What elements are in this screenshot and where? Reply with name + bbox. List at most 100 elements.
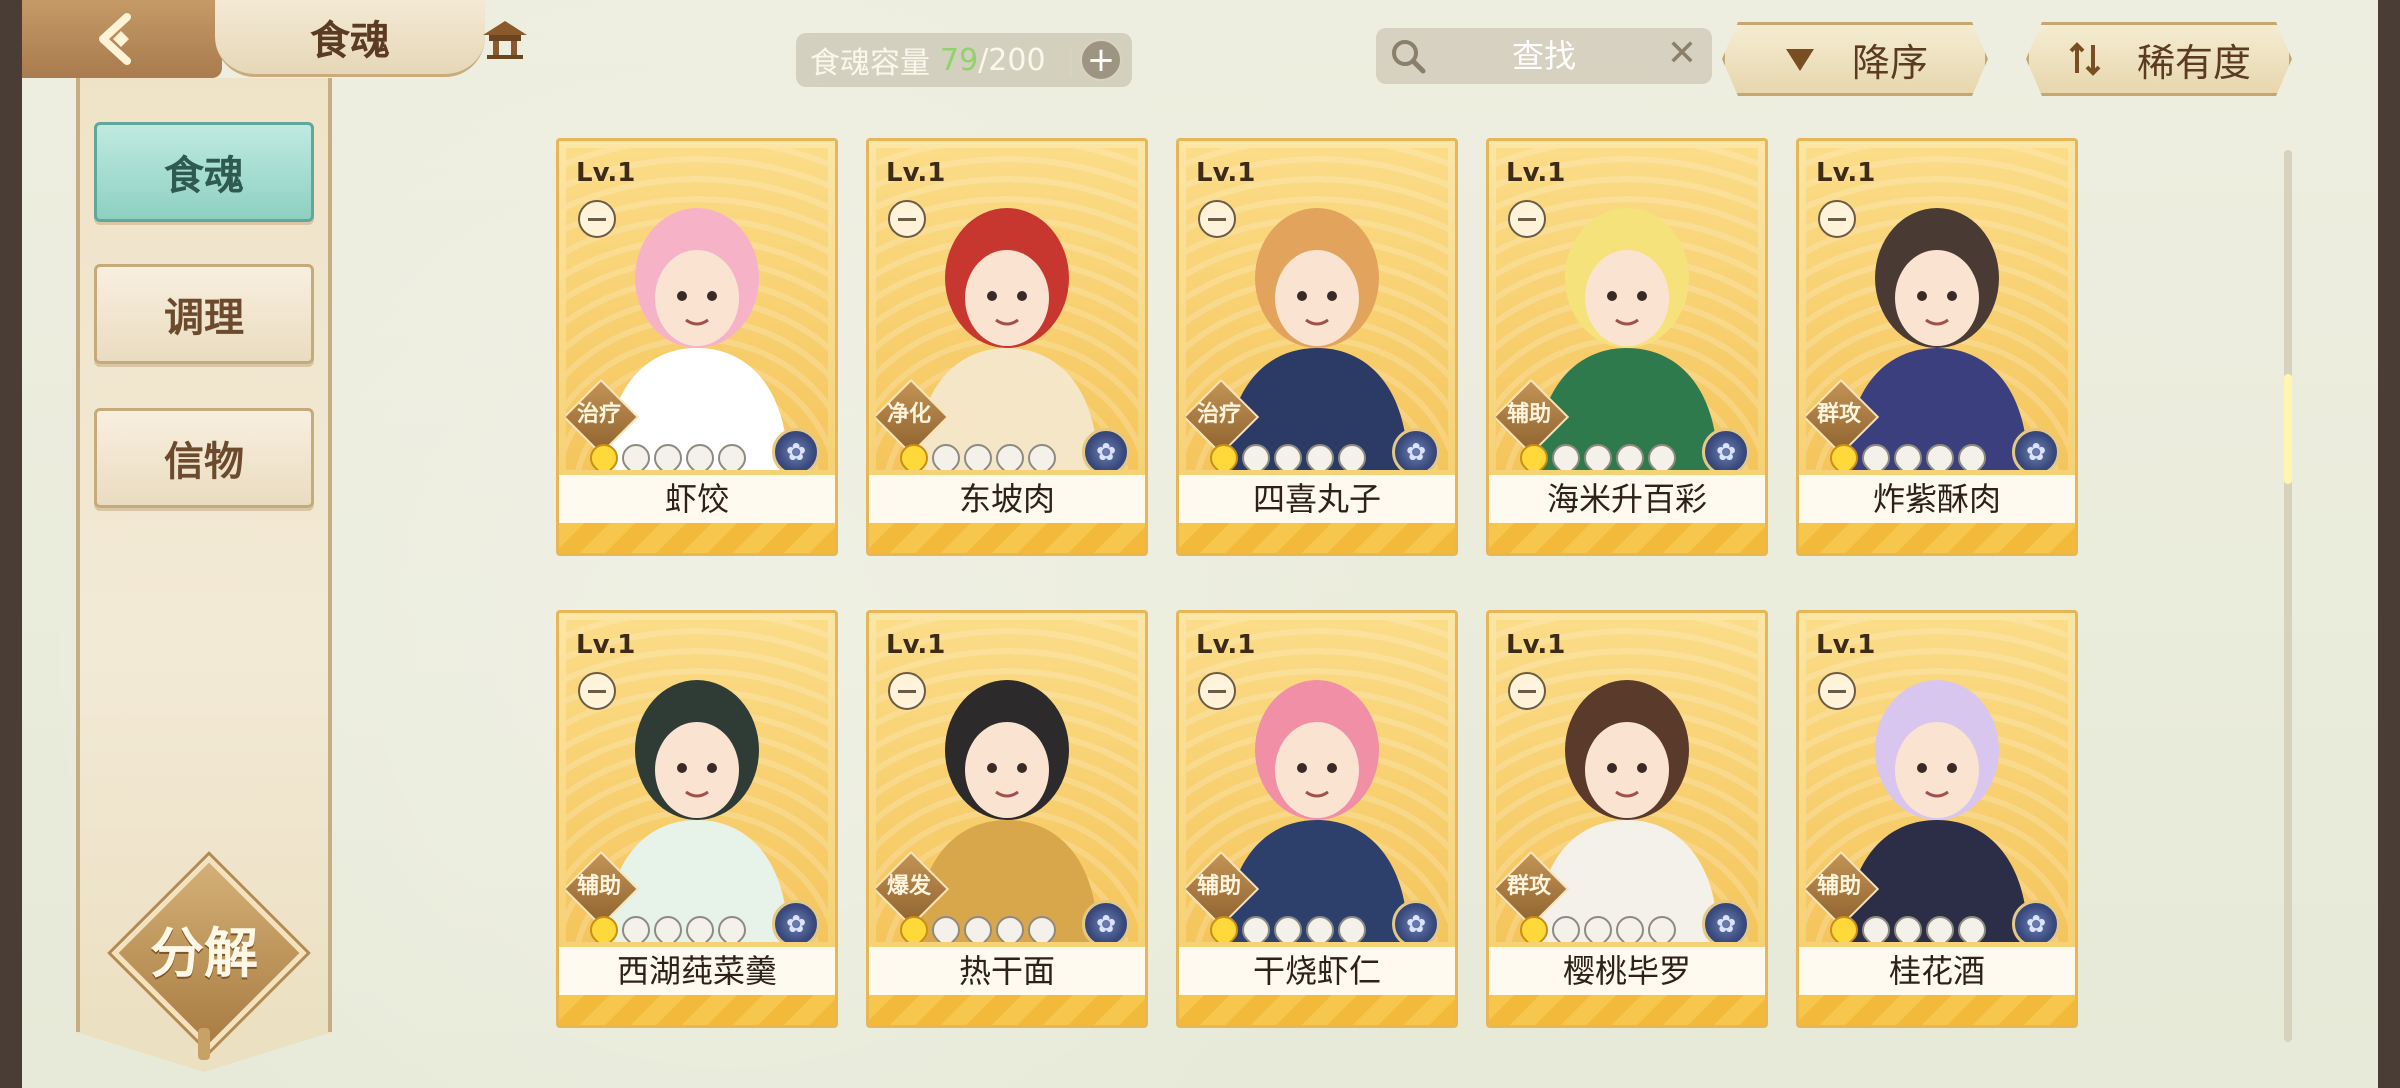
close-icon[interactable]: ✕ [1662, 34, 1702, 74]
star-icon [1856, 910, 1896, 942]
food-soul-card[interactable]: Lv.1治疗虾饺 [556, 138, 838, 556]
star-icon [1300, 438, 1340, 470]
decompose-label: 分解 [150, 920, 258, 985]
card-level: Lv.1 [1506, 630, 1566, 660]
star-rating [1824, 438, 1992, 470]
card-level: Lv.1 [886, 158, 946, 188]
star-rating [1204, 910, 1372, 942]
tab-tiaoli[interactable]: 调理 [94, 264, 314, 364]
star-icon [584, 910, 624, 942]
card-footer [1799, 995, 2075, 1025]
lock-icon[interactable] [888, 672, 926, 710]
card-name: 东坡肉 [869, 475, 1145, 523]
star-icon [1888, 910, 1928, 942]
food-soul-card[interactable]: Lv.1治疗四喜丸子 [1176, 138, 1458, 556]
food-soul-card[interactable]: Lv.1净化东坡肉 [866, 138, 1148, 556]
star-icon [958, 438, 998, 470]
star-icon [894, 910, 934, 942]
scrollbar-track[interactable] [2284, 150, 2292, 1042]
star-icon [1300, 910, 1340, 942]
star-icon [926, 910, 966, 942]
star-icon [926, 438, 966, 470]
star-icon [648, 438, 688, 470]
sort-key-button[interactable]: 稀有度 [2026, 22, 2292, 96]
lock-icon[interactable] [1198, 200, 1236, 238]
triangle-down-icon [1785, 49, 1814, 71]
card-portrait: Lv.1 辅助 [566, 620, 828, 942]
star-icon [712, 438, 752, 470]
star-icon [1332, 438, 1372, 470]
star-icon [1546, 438, 1586, 470]
card-portrait: Lv.1 辅助 [1496, 148, 1758, 470]
star-icon [1514, 910, 1554, 942]
star-icon [1952, 438, 1992, 470]
lock-icon[interactable] [578, 672, 616, 710]
star-icon [1268, 438, 1308, 470]
add-capacity-button[interactable]: + [1070, 39, 1122, 81]
lock-icon[interactable] [1508, 200, 1546, 238]
card-footer [869, 995, 1145, 1025]
food-soul-card[interactable]: Lv.1辅助西湖莼菜羹 [556, 610, 838, 1028]
star-icon [1204, 910, 1244, 942]
page-title: 食魂 [215, 0, 485, 77]
star-icon [894, 438, 934, 470]
element-medal-icon [1392, 900, 1440, 942]
food-soul-card[interactable]: Lv.1爆发热干面 [866, 610, 1148, 1028]
star-icon [680, 910, 720, 942]
star-icon [1610, 910, 1650, 942]
star-icon [990, 438, 1030, 470]
capacity-display: 食魂容量 79/200 + [796, 33, 1132, 87]
home-pavilion-icon [483, 21, 527, 59]
search-box[interactable]: 查找 ✕ [1376, 28, 1712, 84]
right-frame-border [2378, 0, 2400, 1088]
star-icon [1920, 438, 1960, 470]
card-name: 西湖莼菜羹 [559, 947, 835, 995]
decompose-button[interactable]: 分解 [111, 855, 307, 1060]
card-name: 热干面 [869, 947, 1145, 995]
card-footer [1179, 995, 1455, 1025]
lock-icon[interactable] [578, 200, 616, 238]
lock-icon[interactable] [1198, 672, 1236, 710]
tab-shihun[interactable]: 食魂 [94, 122, 314, 222]
food-soul-card[interactable]: Lv.1辅助干烧虾仁 [1176, 610, 1458, 1028]
card-portrait: Lv.1 治疗 [1186, 148, 1448, 470]
capacity-max: 200 [988, 42, 1046, 78]
food-soul-card[interactable]: Lv.1群攻樱桃毕罗 [1486, 610, 1768, 1028]
scrollbar-thumb[interactable] [2284, 374, 2292, 484]
lock-icon[interactable] [1818, 672, 1856, 710]
element-medal-icon [2012, 428, 2060, 470]
element-medal-icon [1082, 900, 1130, 942]
lock-icon[interactable] [1818, 200, 1856, 238]
card-level: Lv.1 [576, 630, 636, 660]
food-soul-card[interactable]: Lv.1辅助桂花酒 [1796, 610, 2078, 1028]
sort-order-button[interactable]: 降序 [1722, 22, 1988, 96]
star-icon [712, 910, 752, 942]
card-name: 炸紫酥肉 [1799, 475, 2075, 523]
star-icon [648, 910, 688, 942]
star-rating [1204, 438, 1372, 470]
food-soul-card[interactable]: Lv.1群攻炸紫酥肉 [1796, 138, 2078, 556]
star-icon [1268, 910, 1308, 942]
food-soul-card[interactable]: Lv.1辅助海米升百彩 [1486, 138, 1768, 556]
card-level: Lv.1 [576, 158, 636, 188]
star-rating [584, 910, 752, 942]
element-medal-icon [1082, 428, 1130, 470]
lock-icon[interactable] [888, 200, 926, 238]
star-icon [1546, 910, 1586, 942]
star-icon [1642, 910, 1682, 942]
star-icon [1514, 438, 1554, 470]
lock-icon[interactable] [1508, 672, 1546, 710]
element-medal-icon [1392, 428, 1440, 470]
star-icon [958, 910, 998, 942]
back-button[interactable] [22, 0, 222, 78]
card-portrait: Lv.1 群攻 [1496, 620, 1758, 942]
tab-xinwu[interactable]: 信物 [94, 408, 314, 508]
element-medal-icon [1702, 900, 1750, 942]
star-icon [1236, 910, 1276, 942]
card-portrait: Lv.1 治疗 [566, 148, 828, 470]
home-button[interactable] [470, 10, 540, 68]
star-rating [1514, 438, 1682, 470]
star-icon [1824, 910, 1864, 942]
star-icon [1578, 910, 1618, 942]
star-icon [1022, 438, 1062, 470]
